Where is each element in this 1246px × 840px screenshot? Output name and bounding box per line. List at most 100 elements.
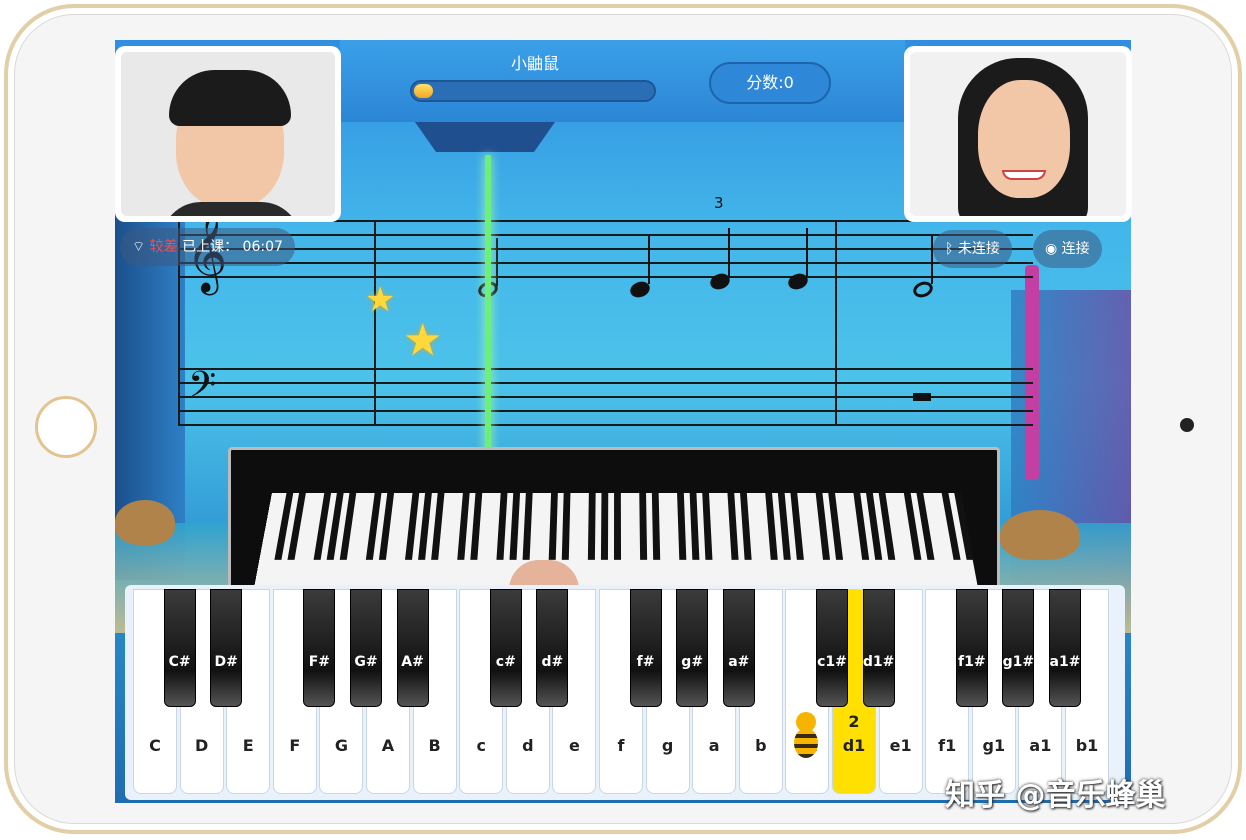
- key-label: a: [708, 736, 720, 755]
- home-button[interactable]: [35, 396, 97, 458]
- black-key-g1#[interactable]: g1#: [1002, 589, 1035, 707]
- rock-decoration: [115, 500, 175, 545]
- key-label: F: [289, 736, 301, 755]
- camera-black-key: [522, 493, 533, 560]
- rest-symbol: [913, 393, 931, 401]
- key-label: a1: [1029, 736, 1052, 755]
- camera-black-key: [470, 493, 483, 560]
- black-key-F#[interactable]: F#: [303, 589, 336, 707]
- finger-number: 2: [848, 712, 860, 731]
- key-label: D#: [214, 654, 238, 670]
- key-label: G#: [354, 654, 378, 670]
- playhead-line: [485, 155, 491, 470]
- camera-black-key: [878, 493, 896, 560]
- key-label: A#: [401, 654, 424, 670]
- camera-black-key: [828, 493, 844, 560]
- bass-clef-icon: 𝄢: [188, 364, 217, 415]
- camera-black-key: [613, 493, 622, 560]
- key-label: F#: [308, 654, 331, 670]
- camera-black-key: [651, 493, 661, 560]
- music-staff: 𝄞 𝄢 3: [178, 194, 1033, 428]
- black-key-a#[interactable]: a#: [722, 589, 755, 707]
- key-label: f1: [938, 736, 957, 755]
- elapsed-time: 06:07: [242, 239, 283, 255]
- key-label: b: [755, 736, 767, 755]
- key-label: C#: [168, 654, 191, 670]
- camera-black-key: [496, 493, 508, 560]
- student-video: [115, 46, 341, 222]
- black-key-f#[interactable]: f#: [629, 589, 662, 707]
- key-label: d#: [541, 654, 564, 670]
- signal-quality-label: 较差: [149, 239, 178, 255]
- camera-black-key: [639, 493, 648, 560]
- black-key-D#[interactable]: D#: [210, 589, 243, 707]
- key-label: A: [381, 736, 395, 755]
- black-key-f1#[interactable]: f1#: [955, 589, 988, 707]
- connection-status-chip: ⌔ 较差 已上课： 06:07: [120, 228, 295, 266]
- camera-black-key: [509, 493, 521, 560]
- camera-connect-button[interactable]: ◉ 连接: [1033, 230, 1102, 268]
- key-label: B: [428, 736, 441, 755]
- key-label: g1: [982, 736, 1006, 755]
- camera-black-key: [339, 493, 357, 560]
- camera-black-key: [561, 493, 571, 560]
- key-label: d: [522, 736, 534, 755]
- key-label: g#: [681, 654, 704, 670]
- camera-black-key: [600, 493, 609, 560]
- black-key-c#[interactable]: c#: [489, 589, 522, 707]
- black-key-A#[interactable]: A#: [396, 589, 429, 707]
- camera-black-key: [777, 493, 791, 560]
- camera-black-key: [548, 493, 558, 560]
- bluetooth-button[interactable]: ᛒ 未连接: [933, 230, 1012, 268]
- key-label: e1: [889, 736, 912, 755]
- camera-black-key: [677, 493, 687, 560]
- camera-black-key: [815, 493, 831, 560]
- key-label: c: [476, 736, 486, 755]
- front-camera-icon: [1180, 418, 1194, 432]
- key-label: b1: [1075, 736, 1099, 755]
- black-key-d1#[interactable]: d1#: [862, 589, 895, 707]
- virtual-piano: CDEFGABcdefgabc12d1e1f1g1a1b1C#D#F#G#A#c…: [125, 585, 1125, 800]
- watermark: 知乎 @音乐蜂巢: [945, 778, 1166, 813]
- camera-black-key: [431, 493, 445, 560]
- teacher-video: [904, 46, 1132, 222]
- key-label: c1#: [817, 654, 847, 670]
- camera-black-key: [457, 493, 470, 560]
- elapsed-label: 已上课：: [182, 239, 239, 255]
- black-key-d#[interactable]: d#: [536, 589, 569, 707]
- key-label: e: [568, 736, 580, 755]
- key-label: g1#: [1002, 654, 1035, 670]
- song-progress-bar: [410, 80, 656, 102]
- camera-black-key: [378, 493, 395, 560]
- beat-marker: 3: [714, 194, 724, 212]
- key-label: d1: [842, 736, 866, 755]
- camera-black-key: [702, 493, 713, 560]
- black-key-g#[interactable]: g#: [676, 589, 709, 707]
- camera-black-key: [765, 493, 778, 560]
- bluetooth-status-label: 未连接: [957, 241, 1000, 257]
- black-key-C#[interactable]: C#: [163, 589, 196, 707]
- key-label: E: [242, 736, 254, 755]
- score-display: 分数:0: [709, 62, 831, 104]
- black-key-G#[interactable]: G#: [350, 589, 382, 707]
- key-label: D: [194, 736, 209, 755]
- camera-black-key: [587, 493, 596, 560]
- camera-black-key: [727, 493, 739, 560]
- black-key-c1#[interactable]: c1#: [816, 589, 848, 707]
- black-key-a1#[interactable]: a1#: [1049, 589, 1081, 707]
- star-icon: ★: [403, 315, 443, 366]
- key-label: d1#: [862, 654, 895, 670]
- camera-black-key: [405, 493, 420, 560]
- star-icon: ★: [365, 280, 396, 320]
- key-label: a1#: [1049, 654, 1081, 670]
- bluetooth-icon: ᛒ: [945, 241, 954, 257]
- camera-connect-label: 连接: [1061, 241, 1090, 257]
- level-title: 小鼬鼠: [510, 54, 559, 73]
- camera-black-key: [689, 493, 700, 560]
- camera-black-key: [418, 493, 432, 560]
- song-progress-fill: [414, 84, 434, 98]
- key-label: f: [617, 736, 625, 755]
- wifi-icon: ⌔: [132, 239, 146, 255]
- key-label: f1#: [958, 654, 986, 670]
- camera-black-key: [740, 493, 752, 560]
